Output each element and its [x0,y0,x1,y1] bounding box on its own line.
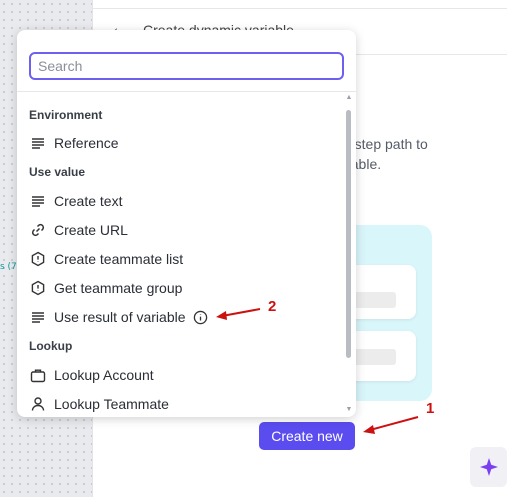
annotation-arrow-2 [216,308,261,320]
annotation-label-2: 2 [268,298,277,315]
annotation-arrow-1 [363,416,419,434]
annotation-label-1: 1 [426,400,435,417]
annotation-arrows [216,308,419,434]
